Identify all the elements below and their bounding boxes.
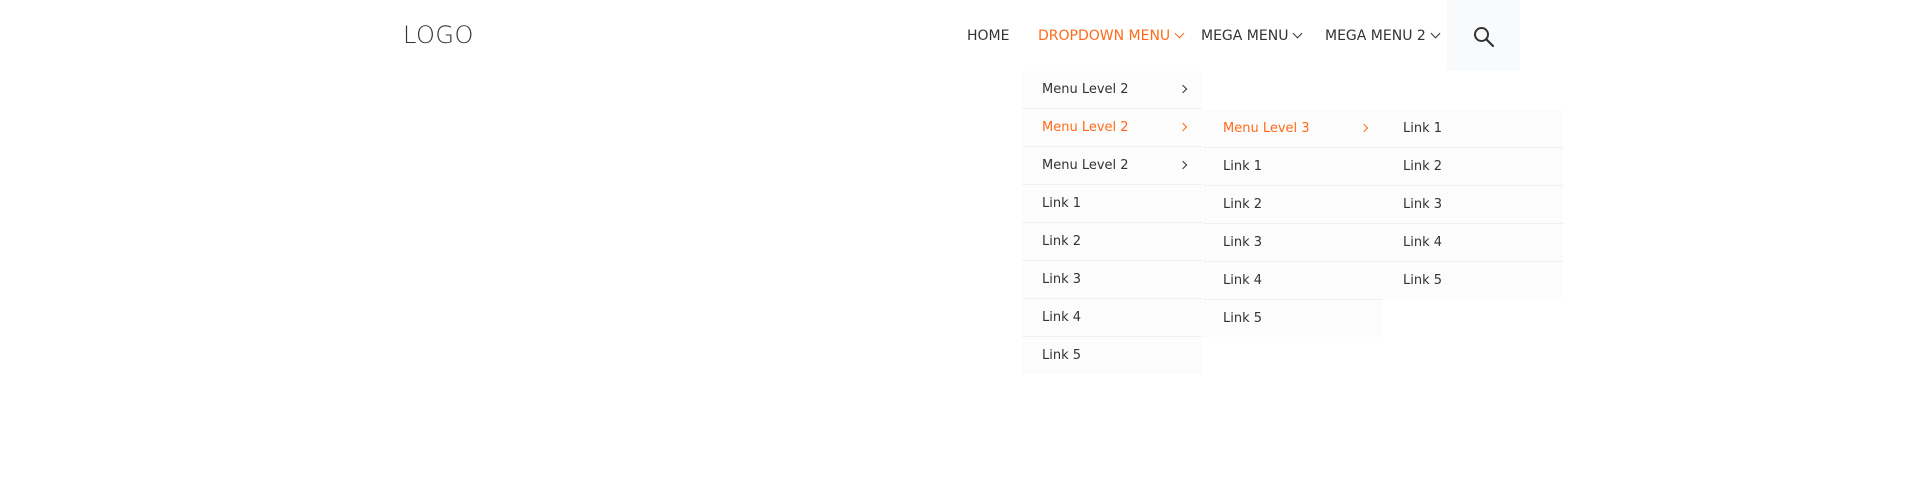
menu-level-2-item[interactable]: Menu Level 2 <box>1022 147 1202 185</box>
menu-item-label: Link 5 <box>1403 273 1443 288</box>
nav-home[interactable]: HOME <box>967 26 1009 46</box>
menu-link[interactable]: Link 4 <box>1022 299 1202 337</box>
menu-item-label: Menu Level 3 <box>1223 121 1310 136</box>
menu-item-label: Menu Level 2 <box>1042 82 1129 97</box>
chevron-down-icon <box>1174 28 1185 39</box>
nav-dropdown-menu[interactable]: DROPDOWN MENU <box>1038 26 1185 46</box>
menu-link[interactable]: Link 5 <box>1203 300 1383 337</box>
menu-item-label: Link 3 <box>1403 197 1443 212</box>
menu-item-label: Link 3 <box>1042 272 1082 287</box>
dropdown-level-2: Menu Level 3 Link 1 Link 2 Link 3 Link 4… <box>1203 110 1383 337</box>
search-button[interactable] <box>1447 0 1520 71</box>
menu-link[interactable]: Link 5 <box>1383 262 1563 299</box>
nav-mega-menu-2-label: MEGA MENU 2 <box>1325 28 1426 44</box>
menu-level-3-item-active[interactable]: Menu Level 3 <box>1203 110 1383 148</box>
dropdown-level-3: Link 1 Link 2 Link 3 Link 4 Link 5 <box>1383 110 1563 299</box>
menu-item-label: Link 2 <box>1403 159 1443 174</box>
menu-item-label: Link 3 <box>1223 235 1263 250</box>
nav-mega-menu[interactable]: MEGA MENU <box>1201 26 1303 46</box>
menu-item-label: Link 4 <box>1223 273 1263 288</box>
menu-level-2-item[interactable]: Menu Level 2 <box>1022 71 1202 109</box>
menu-item-label: Link 4 <box>1403 235 1443 250</box>
chevron-right-icon <box>1178 84 1188 94</box>
menu-link[interactable]: Link 1 <box>1383 110 1563 148</box>
menu-link[interactable]: Link 5 <box>1022 337 1202 374</box>
menu-link[interactable]: Link 2 <box>1022 223 1202 261</box>
menu-item-label: Link 1 <box>1042 196 1082 211</box>
menu-link[interactable]: Link 1 <box>1022 185 1202 223</box>
menu-link[interactable]: Link 2 <box>1203 186 1383 224</box>
menu-link[interactable]: Link 3 <box>1022 261 1202 299</box>
nav-mega-menu-2[interactable]: MEGA MENU 2 <box>1325 26 1441 46</box>
menu-item-label: Link 4 <box>1042 310 1082 325</box>
chevron-right-icon <box>1178 160 1188 170</box>
nav-mega-menu-label: MEGA MENU <box>1201 28 1289 44</box>
menu-item-label: Link 2 <box>1042 234 1082 249</box>
menu-item-label: Menu Level 2 <box>1042 158 1129 173</box>
menu-item-label: Link 5 <box>1223 311 1263 326</box>
menu-item-label: Menu Level 2 <box>1042 120 1129 135</box>
menu-link[interactable]: Link 2 <box>1383 148 1563 186</box>
chevron-right-icon <box>1359 123 1369 133</box>
menu-level-2-item-active[interactable]: Menu Level 2 <box>1022 109 1202 147</box>
nav-dropdown-menu-label: DROPDOWN MENU <box>1038 28 1171 44</box>
page: LOGO HOME DROPDOWN MENU MEGA MENU MEGA M… <box>0 0 1916 487</box>
menu-link[interactable]: Link 3 <box>1383 186 1563 224</box>
menu-link[interactable]: Link 4 <box>1383 224 1563 262</box>
chevron-down-icon <box>1293 28 1303 39</box>
chevron-down-icon <box>1430 28 1441 39</box>
logo[interactable]: LOGO <box>403 19 474 51</box>
nav-home-label: HOME <box>967 28 1010 44</box>
menu-item-label: Link 5 <box>1042 348 1082 363</box>
menu-item-label: Link 2 <box>1223 197 1263 212</box>
menu-link[interactable]: Link 3 <box>1203 224 1383 262</box>
menu-item-label: Link 1 <box>1403 121 1443 136</box>
menu-link[interactable]: Link 1 <box>1203 148 1383 186</box>
dropdown-level-1: Menu Level 2 Menu Level 2 Menu Level 2 L… <box>1022 71 1202 374</box>
menu-link[interactable]: Link 4 <box>1203 262 1383 300</box>
chevron-right-icon <box>1178 122 1188 132</box>
search-icon <box>1474 27 1495 48</box>
menu-item-label: Link 1 <box>1223 159 1263 174</box>
